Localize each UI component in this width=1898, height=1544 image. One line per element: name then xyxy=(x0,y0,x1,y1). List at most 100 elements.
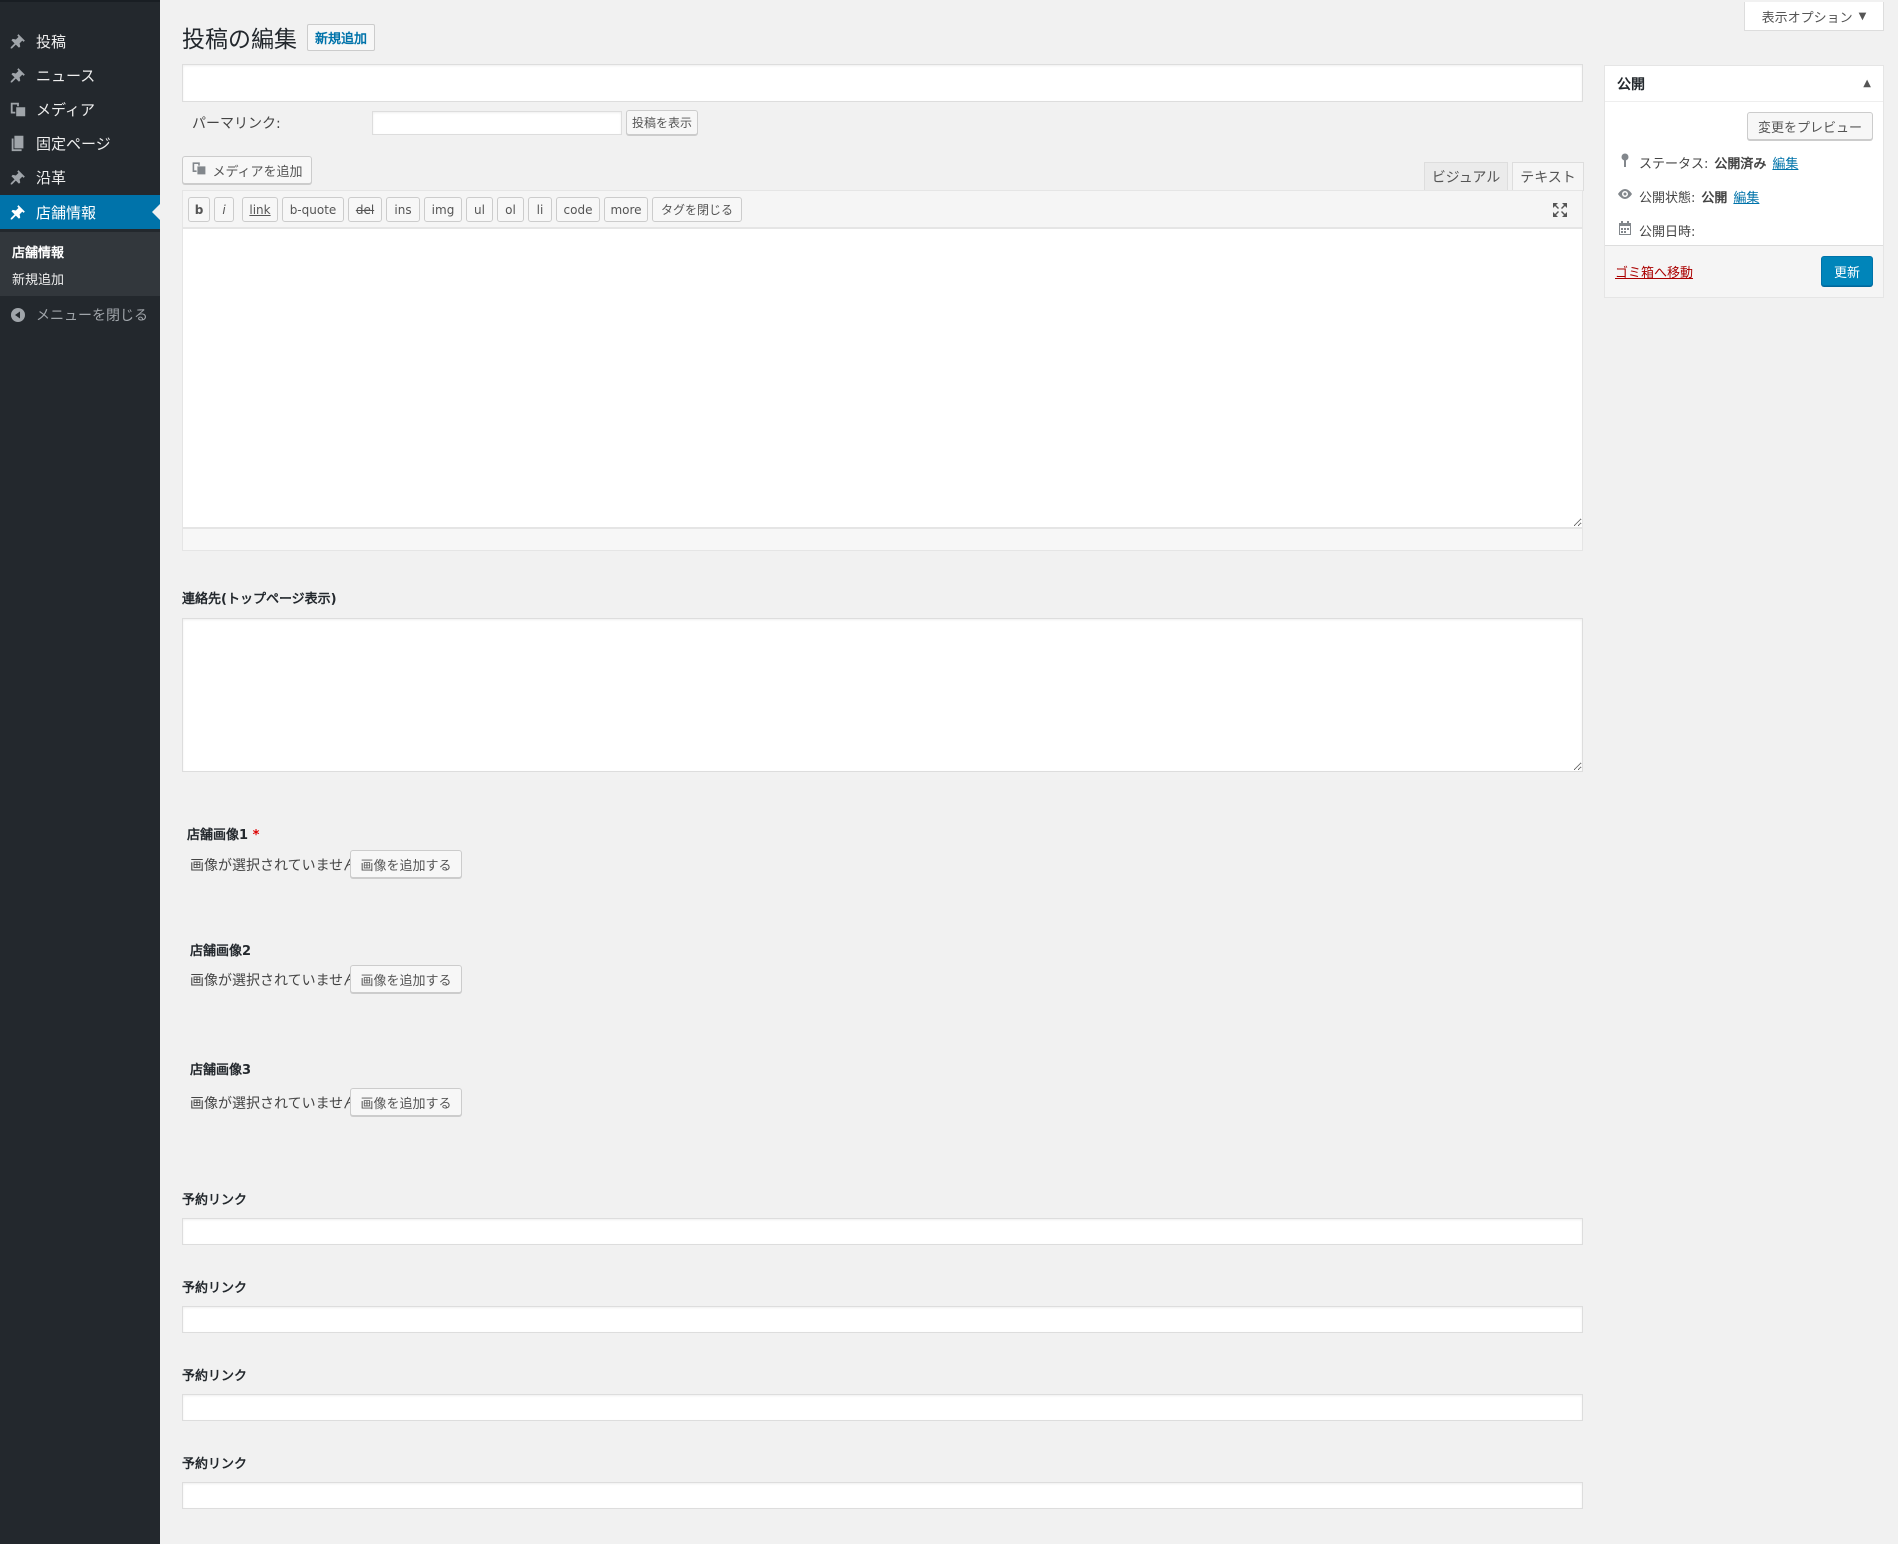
reservation-link-label: 予約リンク xyxy=(182,1457,248,1472)
pin-icon xyxy=(0,66,36,84)
sidebar-topline xyxy=(0,0,160,2)
sidebar-item-store-info[interactable]: 店舗情報 xyxy=(0,195,160,229)
collapse-arrow-up-icon[interactable]: ▲ xyxy=(1863,78,1871,89)
post-title-input[interactable] xyxy=(182,64,1583,102)
screen-options-label: 表示オプション xyxy=(1761,10,1853,26)
publish-date-label: 公開日時: xyxy=(1639,224,1696,240)
qt-ul-button[interactable]: ul xyxy=(466,197,493,222)
reservation-link-label: 予約リンク xyxy=(182,1281,248,1296)
permalink-slug-input[interactable] xyxy=(372,111,622,135)
image3-label: 店舗画像3 xyxy=(190,1063,252,1078)
publish-actions: ゴミ箱へ移動 更新 xyxy=(1605,245,1883,297)
qt-li-button[interactable]: li xyxy=(528,197,552,222)
sidebar-item-media[interactable]: メディア xyxy=(0,92,160,126)
calendar-icon xyxy=(1617,220,1633,240)
status-edit-link[interactable]: 編集 xyxy=(1772,153,1798,172)
publish-date-row: 公開日時: xyxy=(1617,220,1695,240)
qt-more-button[interactable]: more xyxy=(604,197,648,222)
qt-bold-button[interactable]: b xyxy=(188,197,210,222)
collapse-menu-button[interactable]: メニューを閉じる xyxy=(0,300,160,330)
page-title: 投稿の編集 xyxy=(182,27,297,53)
publish-box: 公開 ▲ 変更をプレビュー ステータス: 公開済み 編集 公開状態: 公開 編集… xyxy=(1604,65,1884,298)
pin-icon xyxy=(0,32,36,50)
reservation-link-input[interactable] xyxy=(182,1394,1583,1421)
add-media-button[interactable]: メディアを追加 xyxy=(182,156,312,184)
qt-link-button[interactable]: link xyxy=(242,197,278,222)
qt-del-button[interactable]: del xyxy=(348,197,382,222)
status-row: ステータス: 公開済み 編集 xyxy=(1617,152,1798,172)
pin-icon xyxy=(0,168,36,186)
store-info-submenu: 店舗情報 新規追加 xyxy=(0,232,160,296)
image1-status: 画像が選択されていません xyxy=(190,858,358,874)
fullscreen-icon[interactable] xyxy=(1552,202,1568,222)
sidebar-item-label: 固定ページ xyxy=(36,134,111,153)
collapse-menu-label: メニューを閉じる xyxy=(36,308,148,324)
sidebar-item-label: ニュース xyxy=(36,66,96,85)
reservation-link-label: 予約リンク xyxy=(182,1369,248,1384)
status-value: 公開済み xyxy=(1714,156,1767,172)
reservation-link-input[interactable] xyxy=(182,1218,1583,1245)
add-media-label: メディアを追加 xyxy=(212,164,303,180)
view-post-button[interactable]: 投稿を表示 xyxy=(626,110,698,135)
image1-label-text: 店舗画像1 xyxy=(187,828,249,843)
sidebar-item-history[interactable]: 沿革 xyxy=(0,160,160,194)
image3-status: 画像が選択されていません xyxy=(190,1096,358,1112)
contact-textarea[interactable] xyxy=(182,618,1583,772)
visibility-row: 公開状態: 公開 編集 xyxy=(1617,186,1759,206)
qt-close-tags-button[interactable]: タグを閉じる xyxy=(652,197,742,222)
admin-sidebar: 投稿 ニュース メディア 固定ページ 沿革 店舗情報 店舗情報 新規追加 メニュ… xyxy=(0,0,160,1544)
sidebar-item-posts[interactable]: 投稿 xyxy=(0,24,160,58)
caret-down-icon: ▼ xyxy=(1858,10,1867,22)
pin-location-icon xyxy=(1617,152,1633,172)
sidebar-item-pages[interactable]: 固定ページ xyxy=(0,126,160,160)
qt-code-button[interactable]: code xyxy=(556,197,600,222)
image1-label: 店舗画像1 * xyxy=(187,824,259,843)
submenu-item-add-new[interactable]: 新規追加 xyxy=(12,269,64,288)
eye-icon xyxy=(1617,186,1633,206)
qt-ins-button[interactable]: ins xyxy=(386,197,420,222)
tab-text[interactable]: テキスト xyxy=(1512,162,1584,191)
content-textarea[interactable] xyxy=(182,228,1583,528)
quicktags-toolbar: b i link b-quote del ins img ul ol li co… xyxy=(182,190,1583,228)
media-icon xyxy=(191,160,207,180)
submenu-item-store-info[interactable]: 店舗情報 xyxy=(12,242,64,261)
preview-changes-button[interactable]: 変更をプレビュー xyxy=(1747,112,1873,140)
sidebar-item-news[interactable]: ニュース xyxy=(0,58,160,92)
publish-box-header[interactable]: 公開 ▲ xyxy=(1605,66,1883,102)
sidebar-item-label: 店舗情報 xyxy=(36,203,97,222)
image3-add-button[interactable]: 画像を追加する xyxy=(350,1088,462,1116)
tab-visual[interactable]: ビジュアル xyxy=(1424,162,1508,190)
required-mark: * xyxy=(252,828,260,843)
qt-bquote-button[interactable]: b-quote xyxy=(282,197,344,222)
media-icon xyxy=(0,100,36,118)
image2-label: 店舗画像2 xyxy=(190,944,252,959)
reservation-link-input[interactable] xyxy=(182,1306,1583,1333)
status-label: ステータス: xyxy=(1639,156,1709,172)
contact-label: 連絡先(トップページ表示) xyxy=(182,592,337,607)
publish-box-title: 公開 xyxy=(1617,76,1645,93)
page-heading: 投稿の編集 新規追加 xyxy=(182,20,376,54)
qt-ol-button[interactable]: ol xyxy=(497,197,524,222)
visibility-edit-link[interactable]: 編集 xyxy=(1733,187,1759,206)
sidebar-item-label: 沿革 xyxy=(36,168,67,187)
permalink-label: パーマリンク: xyxy=(192,116,281,132)
update-button[interactable]: 更新 xyxy=(1821,256,1873,286)
editor-status-bar xyxy=(182,528,1583,551)
collapse-arrow-icon xyxy=(0,307,36,323)
image2-add-button[interactable]: 画像を追加する xyxy=(350,965,462,993)
qt-italic-button[interactable]: i xyxy=(214,197,234,222)
screen-options-toggle[interactable]: 表示オプション ▼ xyxy=(1744,2,1884,31)
visibility-value: 公開 xyxy=(1701,190,1728,206)
reservation-link-label: 予約リンク xyxy=(182,1193,248,1208)
reservation-link-input[interactable] xyxy=(182,1482,1583,1509)
image2-status: 画像が選択されていません xyxy=(190,973,358,989)
pin-icon xyxy=(0,203,36,221)
sidebar-item-label: メディア xyxy=(36,100,95,119)
add-new-button[interactable]: 新規追加 xyxy=(307,23,376,51)
visibility-label: 公開状態: xyxy=(1639,190,1696,206)
move-to-trash-link[interactable]: ゴミ箱へ移動 xyxy=(1615,262,1693,281)
page-icon xyxy=(0,134,36,152)
qt-img-button[interactable]: img xyxy=(424,197,462,222)
image1-add-button[interactable]: 画像を追加する xyxy=(350,850,462,878)
sidebar-item-label: 投稿 xyxy=(36,32,67,51)
